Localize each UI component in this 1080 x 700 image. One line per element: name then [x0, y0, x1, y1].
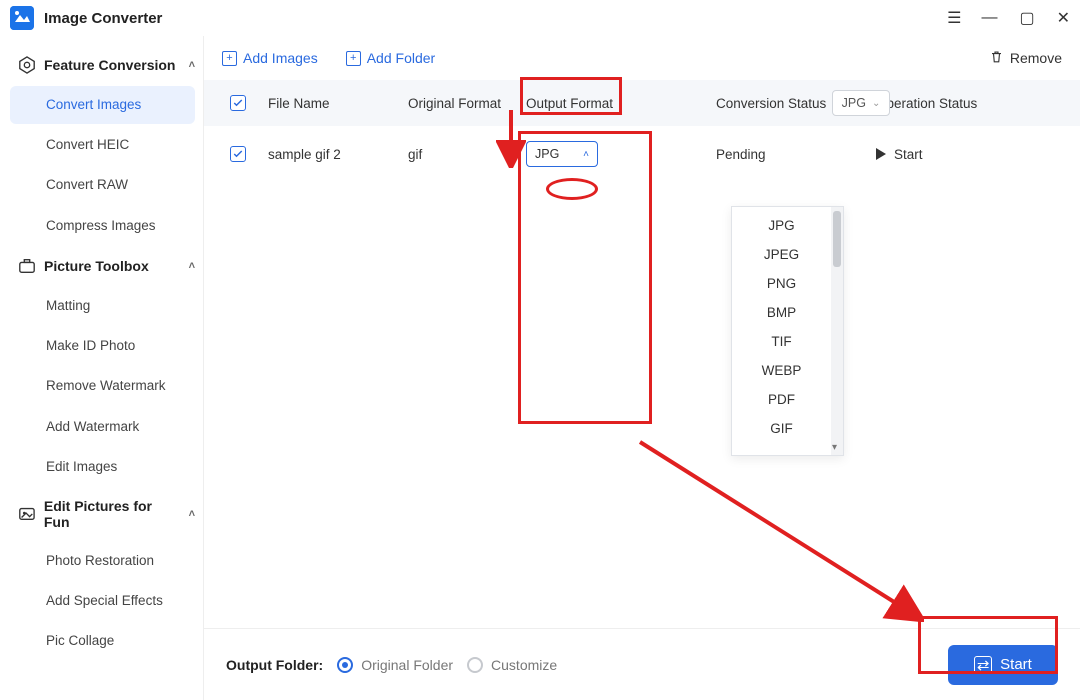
annotation-arrow-diagonal [634, 436, 924, 622]
sidebar-item-add-watermark[interactable]: Add Watermark [10, 408, 195, 446]
radio-icon [467, 657, 483, 673]
trash-icon [989, 49, 1004, 67]
scrollbar-down-icon[interactable]: ▾ [832, 442, 837, 453]
sidebar-group-label: Picture Toolbox [44, 258, 149, 274]
radio-checked-icon [337, 657, 353, 673]
window-controls: ☰ — ▢ ✕ [947, 8, 1070, 28]
dropdown-option-pdf[interactable]: PDF [732, 385, 831, 414]
start-button-label: Start [1000, 656, 1032, 673]
output-folder-original[interactable]: Original Folder [337, 657, 453, 673]
output-folder-customize-label: Customize [491, 657, 557, 673]
cell-conversion-status: Pending [712, 147, 872, 162]
bottombar: Output Folder: Original Folder Customize… [204, 628, 1080, 700]
sidebar-item-remove-watermark[interactable]: Remove Watermark [10, 367, 195, 405]
chevron-up-icon: ˄ [189, 260, 195, 272]
header-select-value: JPG [842, 96, 866, 110]
chevron-up-icon: ˄ [189, 508, 195, 520]
dropdown-option-jpg[interactable]: JPG [732, 211, 831, 240]
sidebar-group-label: Feature Conversion [44, 57, 175, 73]
sidebar-item-pic-collage[interactable]: Pic Collage [10, 622, 195, 660]
sidebar-item-make-id-photo[interactable]: Make ID Photo [10, 327, 195, 365]
cell-file-name: sample gif 2 [264, 147, 404, 162]
row-output-format-select[interactable]: JPG ˄ [526, 141, 598, 167]
output-folder-customize[interactable]: Customize [467, 657, 557, 673]
row-select-value: JPG [535, 147, 559, 161]
th-original-format: Original Format [404, 96, 522, 111]
row-start-button[interactable]: Start [876, 147, 1023, 162]
chevron-up-icon: ˄ [189, 59, 195, 71]
th-output-format: Output Format [522, 96, 712, 111]
app-title: Image Converter [44, 10, 162, 27]
dropdown-option-gif[interactable]: GIF [732, 414, 831, 443]
row-checkbox[interactable] [230, 146, 246, 162]
th-operation-status: Operation Status [872, 96, 1027, 111]
sidebar-item-convert-images[interactable]: Convert Images [10, 86, 195, 124]
dropdown-option-png[interactable]: PNG [732, 269, 831, 298]
start-button[interactable]: ⇄ Start [948, 645, 1058, 685]
sidebar-item-matting[interactable]: Matting [10, 287, 195, 325]
cell-original-format: gif [404, 147, 522, 162]
sidebar-group-edit-pictures-for-fun[interactable]: Edit Pictures for Fun ˄ [10, 488, 203, 540]
sidebar-item-convert-raw[interactable]: Convert RAW [10, 166, 195, 204]
output-folder-original-label: Original Folder [361, 657, 453, 673]
app-logo-icon [10, 6, 34, 30]
dropdown-option-webp[interactable]: WEBP [732, 356, 831, 385]
remove-label: Remove [1010, 50, 1062, 66]
effects-icon [18, 505, 36, 523]
sidebar-item-add-special-effects[interactable]: Add Special Effects [10, 582, 195, 620]
sidebar-item-convert-heic[interactable]: Convert HEIC [10, 126, 195, 164]
hexagon-icon [18, 56, 36, 74]
sidebar-group-feature-conversion[interactable]: Feature Conversion ˄ [10, 46, 203, 84]
sidebar-item-compress-images[interactable]: Compress Images [10, 207, 195, 245]
menu-icon[interactable]: ☰ [947, 8, 959, 28]
minimize-button[interactable]: — [981, 9, 997, 27]
sidebar-item-edit-images[interactable]: Edit Images [10, 448, 195, 486]
sidebar-item-photo-restoration[interactable]: Photo Restoration [10, 542, 195, 580]
titlebar: Image Converter ☰ — ▢ ✕ [0, 0, 1080, 36]
swap-icon: ⇄ [974, 656, 992, 674]
dropdown-option-jpeg[interactable]: JPEG [732, 240, 831, 269]
row-start-label: Start [894, 147, 923, 162]
chevron-up-icon: ˄ [583, 149, 589, 160]
select-all-checkbox[interactable] [230, 95, 246, 111]
chevron-down-icon: ⌄ [872, 98, 880, 109]
dropdown-scrollbar[interactable]: ▾ [831, 207, 843, 455]
add-folder-label: Add Folder [367, 50, 435, 66]
plus-icon: + [222, 51, 237, 66]
add-folder-button[interactable]: + Add Folder [346, 50, 435, 66]
add-images-label: Add Images [243, 50, 318, 66]
table-header: File Name Original Format Output Format … [204, 80, 1080, 126]
toolbox-icon [18, 257, 36, 275]
sidebar: Feature Conversion ˄ Convert Images Conv… [0, 36, 203, 700]
add-images-button[interactable]: + Add Images [222, 50, 318, 66]
header-output-format-select[interactable]: JPG ⌄ [832, 90, 890, 116]
maximize-button[interactable]: ▢ [1019, 8, 1034, 28]
output-format-dropdown: JPG JPEG PNG BMP TIF WEBP PDF GIF ▾ [731, 206, 844, 456]
plus-icon: + [346, 51, 361, 66]
main-panel: + Add Images + Add Folder Remove File Na… [203, 36, 1080, 700]
sidebar-group-picture-toolbox[interactable]: Picture Toolbox ˄ [10, 247, 203, 285]
remove-button[interactable]: Remove [989, 49, 1062, 67]
output-folder-label: Output Folder: [226, 657, 323, 673]
table-row: sample gif 2 gif JPG ˄ Pending Start [204, 126, 1080, 182]
close-button[interactable]: ✕ [1057, 8, 1070, 28]
toolbar: + Add Images + Add Folder Remove [204, 36, 1080, 80]
scrollbar-thumb[interactable] [833, 211, 841, 267]
dropdown-option-tif[interactable]: TIF [732, 327, 831, 356]
sidebar-group-label: Edit Pictures for Fun [44, 498, 181, 530]
play-icon [876, 148, 886, 160]
dropdown-option-bmp[interactable]: BMP [732, 298, 831, 327]
th-file-name: File Name [264, 96, 404, 111]
